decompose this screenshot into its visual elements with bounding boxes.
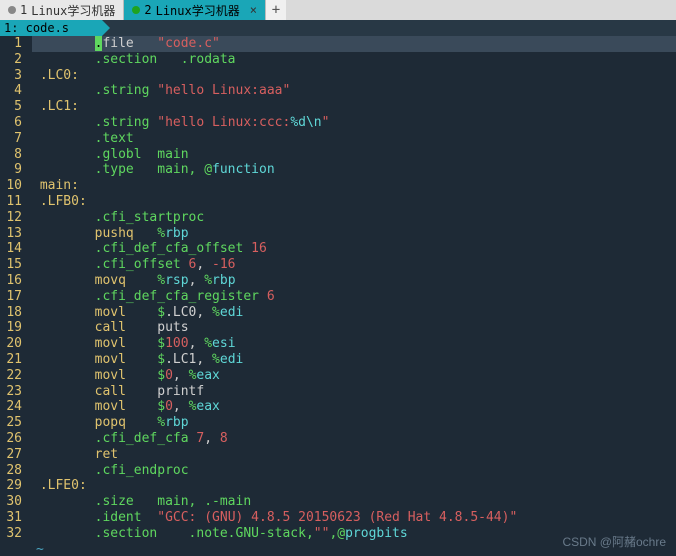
line-number: 31 [0,510,22,526]
tab-label: Linux学习机器 [156,2,240,19]
line-number: 7 [0,131,22,147]
line-number: 15 [0,257,22,273]
line-number: 2 [0,52,22,68]
code-line[interactable]: .cfi_startproc [32,210,676,226]
watermark: CSDN @阿赭ochre [562,533,666,550]
line-number: 8 [0,147,22,163]
editor[interactable]: 1234567891011121314151617181920212223242… [0,36,676,556]
code-line[interactable]: .type main, @function [32,162,676,178]
code-line[interactable]: .size main, .-main [32,494,676,510]
code-line[interactable]: call puts [32,320,676,336]
line-number: 3 [0,68,22,84]
line-number: 13 [0,226,22,242]
line-number: 20 [0,336,22,352]
line-number: 17 [0,289,22,305]
line-number: 18 [0,305,22,321]
code-line[interactable]: call printf [32,384,676,400]
line-number: 14 [0,241,22,257]
line-number: 11 [0,194,22,210]
line-number: 12 [0,210,22,226]
line-number: 27 [0,447,22,463]
code-line[interactable]: .text [32,131,676,147]
line-number: 5 [0,99,22,115]
tab-2[interactable]: 2 Linux学习机器 × [124,0,266,20]
line-gutter: 1234567891011121314151617181920212223242… [0,36,28,556]
tab-label: Linux学习机器 [31,2,115,19]
dot-icon [132,6,140,14]
code-line[interactable]: .cfi_endproc [32,463,676,479]
code-line[interactable]: movl $.LC1, %edi [32,352,676,368]
line-number: 25 [0,415,22,431]
file-path: 1: code.s [4,21,69,35]
code-line[interactable]: ret [32,447,676,463]
code-line[interactable]: popq %rbp [32,415,676,431]
line-number: 1 [0,36,22,52]
line-number: 4 [0,83,22,99]
line-number: 9 [0,162,22,178]
line-number: 22 [0,368,22,384]
code-line[interactable]: movl $100, %esi [32,336,676,352]
line-number: 28 [0,463,22,479]
path-bar: 1: code.s [0,20,115,36]
code-line[interactable]: .LC0: [32,68,676,84]
code-line[interactable]: .cfi_def_cfa 7, 8 [32,431,676,447]
line-number: 16 [0,273,22,289]
line-number: 24 [0,399,22,415]
new-tab-button[interactable]: + [266,0,286,20]
code-line[interactable]: .LFE0: [32,478,676,494]
code-line[interactable]: .string "hello Linux:ccc:%d\n" [32,115,676,131]
code-line[interactable]: .cfi_def_cfa_offset 16 [32,241,676,257]
tab-index: 1 [20,3,27,17]
line-number: 30 [0,494,22,510]
code-line[interactable]: movl $0, %eax [32,368,676,384]
code-line[interactable]: .string "hello Linux:aaa" [32,83,676,99]
close-icon[interactable]: × [250,3,257,17]
code-line[interactable]: pushq %rbp [32,226,676,242]
line-number: 19 [0,320,22,336]
code-line[interactable]: movl $.LC0, %edi [32,305,676,321]
code-line[interactable]: .LC1: [32,99,676,115]
dot-icon [8,6,16,14]
code-line[interactable]: movl $0, %eax [32,399,676,415]
line-number: 23 [0,384,22,400]
tab-index: 2 [144,3,151,17]
code-line[interactable]: movq %rsp, %rbp [32,273,676,289]
line-number: 6 [0,115,22,131]
line-number: 21 [0,352,22,368]
path-bar-wrap: 1: code.s [0,20,676,36]
tab-bar: 1 Linux学习机器 2 Linux学习机器 × + [0,0,676,20]
code-line[interactable]: main: [32,178,676,194]
line-number: 10 [0,178,22,194]
line-number: 26 [0,431,22,447]
code-line[interactable]: .cfi_offset 6, -16 [32,257,676,273]
code-line[interactable]: .ident "GCC: (GNU) 4.8.5 20150623 (Red H… [32,510,676,526]
line-number: 32 [0,526,22,542]
code-line[interactable]: .file "code.c" [32,36,676,52]
code-line[interactable]: .LFB0: [32,194,676,210]
code-area[interactable]: .file "code.c" .section .rodata .LC0: .s… [28,36,676,556]
code-line[interactable]: .cfi_def_cfa_register 6 [32,289,676,305]
code-line[interactable]: .globl main [32,147,676,163]
code-line[interactable]: .section .rodata [32,52,676,68]
tab-1[interactable]: 1 Linux学习机器 [0,0,124,20]
line-number: 29 [0,478,22,494]
